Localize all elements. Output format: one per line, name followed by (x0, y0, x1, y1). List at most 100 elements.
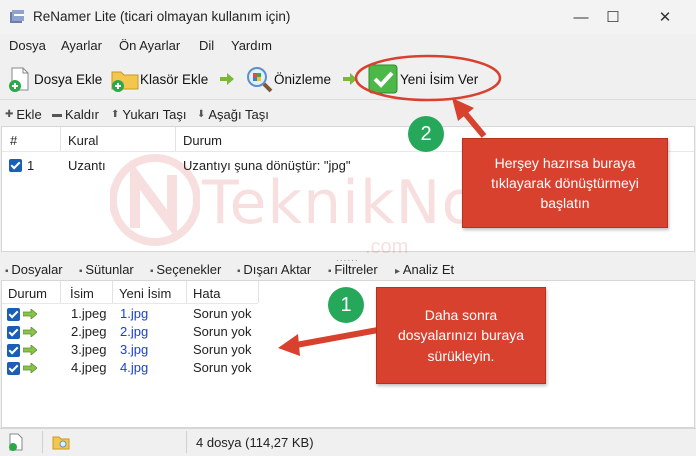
window-title: ReNamer Lite (ticari olmayan kullanım iç… (33, 9, 291, 24)
step1-badge: 1 (328, 287, 364, 323)
preview-button[interactable]: Önizleme (244, 64, 331, 94)
status-divider (186, 431, 187, 453)
options-menu-label: Seçenekler (156, 262, 222, 277)
green-checkmark-icon (368, 64, 398, 94)
arrow-down-icon: ⬇ (197, 109, 206, 120)
files-toolbar: ▪ Dosyalar ▪ Sütunlar ▪ Seçenekler ▪ Dış… (0, 259, 696, 279)
analyze-menu-button[interactable]: ▸ Analiz Et (395, 262, 454, 277)
move-down-button[interactable]: ⬇ Aşağı Taşı (197, 107, 269, 122)
title-bar: ReNamer Lite (ticari olmayan kullanım iç… (0, 0, 696, 34)
rules-col-number[interactable]: # (10, 133, 17, 148)
column-divider (112, 281, 113, 303)
add-rule-button[interactable]: ✚ Ekle (5, 107, 42, 122)
status-ok-arrow-icon (23, 363, 37, 373)
file-error: Sorun yok (193, 306, 252, 321)
file-error: Sorun yok (193, 342, 252, 357)
header-divider (2, 303, 258, 304)
minus-icon: ▬ (52, 109, 62, 120)
step2-callout: Herşey hazırsa buraya tıklayarak dönüştü… (462, 138, 668, 228)
file-checkbox[interactable] (7, 308, 20, 321)
plus-icon: ✚ (5, 109, 14, 120)
add-files-label: Dosya Ekle (34, 71, 103, 87)
status-divider (42, 431, 43, 453)
move-down-label: Aşağı Taşı (208, 107, 269, 122)
add-folder-button[interactable]: Klasör Ekle (110, 64, 208, 94)
file-new-name: 2.jpg (120, 324, 149, 339)
file-error: Sorun yok (193, 324, 252, 339)
move-up-label: Yukarı Taşı (122, 107, 187, 122)
rule-number: 1 (27, 158, 35, 173)
export-menu-label: Dışarı Aktar (243, 262, 312, 277)
file-new-name: 4.jpg (120, 360, 149, 375)
file-checkbox[interactable] (7, 344, 20, 357)
step2-badge: 2 (408, 116, 444, 152)
move-up-button[interactable]: ⬆ Yukarı Taşı (111, 107, 186, 122)
rule-checkbox[interactable] (9, 159, 22, 172)
analyze-icon: ▸ (395, 266, 403, 277)
files-col-name[interactable]: İsim (70, 286, 94, 301)
step1-callout: Daha sonra dosyalarınızı buraya sürükley… (376, 287, 546, 384)
column-divider (60, 281, 61, 303)
menu-bar: Dosya Ayarlar Ön Ayarlar Dil Yardım (0, 36, 696, 58)
files-col-error[interactable]: Hata (193, 286, 220, 301)
step-arrow-icon (343, 73, 357, 85)
column-divider (60, 127, 61, 151)
file-name: 2.jpeg (71, 324, 107, 339)
options-menu-button[interactable]: ▪ Seçenekler (150, 262, 221, 277)
rules-toolbar: ✚ Ekle ▬ Kaldır ⬆ Yukarı Taşı ⬇ Aşağı Ta… (0, 104, 696, 126)
add-file-small-icon[interactable] (8, 433, 24, 451)
add-file-icon (9, 67, 29, 92)
filters-menu-label: Filtreler (334, 262, 378, 277)
export-menu-button[interactable]: ▪ Dışarı Aktar (237, 262, 311, 277)
menu-dil[interactable]: Dil (199, 38, 214, 53)
files-menu-label: Dosyalar (11, 262, 63, 277)
preview-label: Önizleme (274, 71, 332, 87)
columns-menu-button[interactable]: ▪ Sütunlar (79, 262, 134, 277)
close-button[interactable]: ✕ (642, 0, 688, 34)
rules-col-rule[interactable]: Kural (68, 133, 98, 148)
maximize-button[interactable]: ☐ (590, 0, 636, 34)
status-ok-arrow-icon (23, 345, 37, 355)
menu-dosya[interactable]: Dosya (9, 38, 46, 53)
add-rule-label: Ekle (16, 107, 42, 122)
analyze-menu-label: Analiz Et (402, 262, 455, 277)
file-checkbox[interactable] (7, 362, 20, 375)
rules-col-status[interactable]: Durum (183, 133, 222, 148)
status-ok-arrow-icon (23, 327, 37, 337)
menu-ayarlar[interactable]: Ayarlar (61, 38, 102, 53)
status-bar: 4 dosya (114,27 KB) (0, 428, 696, 456)
rule-status: Uzantıyı şuna dönüştür: "jpg" (183, 158, 351, 173)
files-col-new-name[interactable]: Yeni İsim (119, 286, 171, 301)
column-divider (175, 127, 176, 151)
file-checkbox[interactable] (7, 326, 20, 339)
file-new-name: 1.jpg (120, 306, 149, 321)
file-name: 3.jpeg (71, 342, 107, 357)
column-divider (186, 281, 187, 303)
file-name: 1.jpeg (71, 306, 107, 321)
preview-magnifier-icon (247, 67, 273, 93)
rename-label: Yeni İsim Ver (400, 71, 479, 87)
remove-rule-label: Kaldır (65, 107, 99, 122)
file-count-status: 4 dosya (114,27 KB) (196, 435, 314, 450)
folder-search-small-icon[interactable] (52, 433, 70, 451)
arrow-up-icon: ⬆ (111, 109, 120, 120)
step2-text: Herşey hazırsa buraya tıklayarak dönüştü… (491, 154, 639, 212)
files-menu-button[interactable]: ▪ Dosyalar (5, 262, 63, 277)
file-name: 4.jpeg (71, 360, 107, 375)
rename-button[interactable]: Yeni İsim Ver (368, 64, 478, 94)
rule-name: Uzantı (68, 158, 106, 173)
remove-rule-button[interactable]: ▬ Kaldır (52, 107, 99, 122)
files-col-status[interactable]: Durum (8, 286, 47, 301)
step1-text: Daha sonra dosyalarınızı buraya sürükley… (397, 307, 525, 364)
add-folder-label: Klasör Ekle (140, 71, 209, 87)
add-files-button[interactable]: Dosya Ekle (6, 64, 102, 94)
menu-on-ayarlar[interactable]: Ön Ayarlar (119, 38, 180, 53)
menu-yardim[interactable]: Yardım (231, 38, 272, 53)
add-folder-icon (111, 71, 139, 92)
renamer-app-icon (10, 10, 24, 23)
column-divider (258, 281, 259, 303)
columns-menu-label: Sütunlar (85, 262, 134, 277)
filters-menu-button[interactable]: ▪ Filtreler (328, 262, 378, 277)
file-error: Sorun yok (193, 360, 252, 375)
step-arrow-icon (220, 73, 234, 85)
